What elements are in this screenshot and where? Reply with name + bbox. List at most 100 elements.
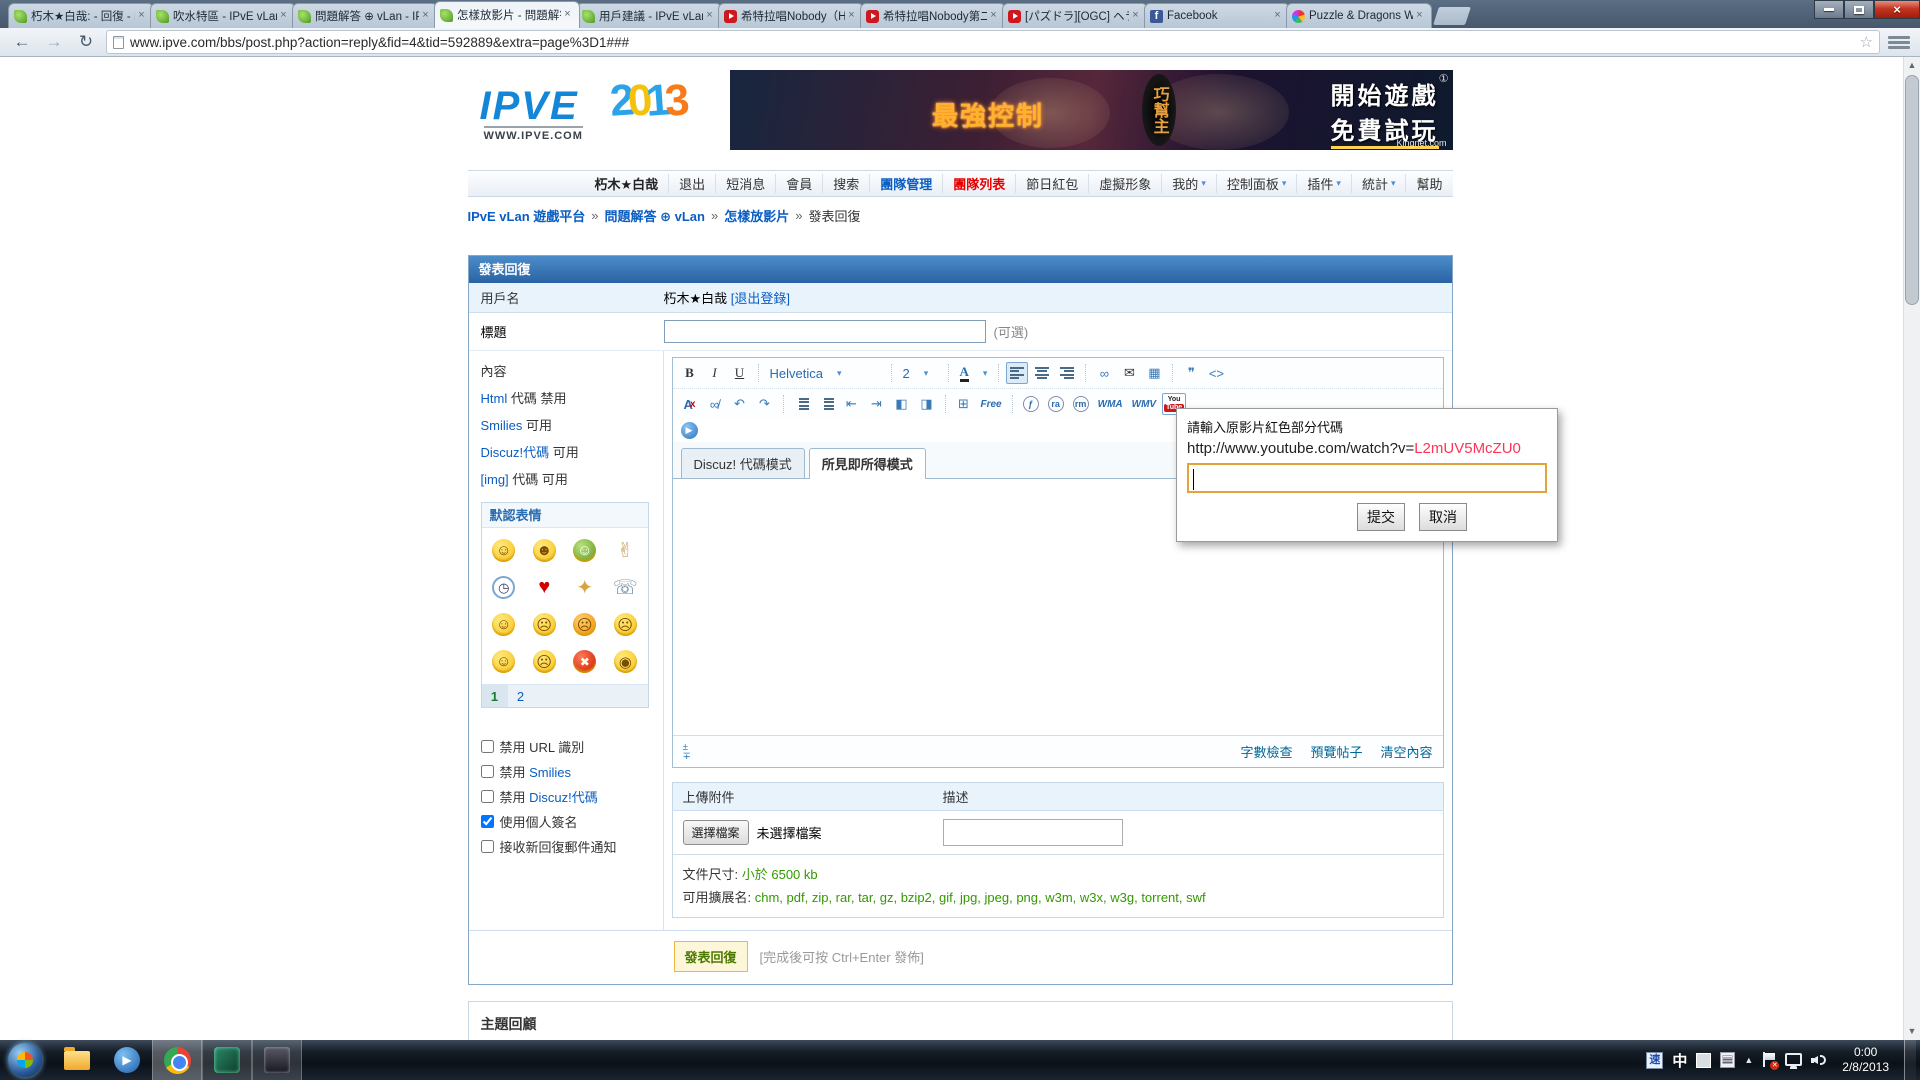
align-right-button[interactable] bbox=[1056, 362, 1078, 384]
tab-qa[interactable]: 問題解答 ⊕ vLan - IPvE× bbox=[292, 3, 438, 28]
tab-close-icon[interactable]: × bbox=[703, 10, 716, 23]
scroll-up-icon[interactable]: ▲ bbox=[1904, 57, 1920, 74]
back-icon[interactable]: ← bbox=[10, 32, 34, 52]
taskbar-game-1[interactable] bbox=[202, 1040, 252, 1080]
nav-messages[interactable]: 短消息 bbox=[715, 174, 775, 193]
popup-cancel-button[interactable]: 取消 bbox=[1419, 503, 1467, 531]
nav-avatar[interactable]: 虛擬形象 bbox=[1088, 174, 1161, 193]
checkbox-use-signature[interactable] bbox=[481, 815, 494, 828]
minimize-button[interactable] bbox=[1814, 0, 1844, 19]
ipve-logo[interactable]: IPVE 2013 WWW.IPVE.COM bbox=[468, 70, 730, 150]
ime-speed-icon[interactable]: 速 bbox=[1646, 1052, 1663, 1069]
crumb-thread[interactable]: 怎樣放影片 bbox=[724, 206, 789, 225]
nav-plugins[interactable]: 插件▾ bbox=[1296, 174, 1351, 193]
bookmark-star-icon[interactable]: ☆ bbox=[1860, 33, 1873, 51]
nav-team-list[interactable]: 團隊列表 bbox=[942, 174, 1015, 193]
image-left-icon[interactable]: ◧ bbox=[891, 393, 913, 415]
flash-icon[interactable]: ƒ bbox=[1020, 393, 1042, 415]
tab-close-icon[interactable]: × bbox=[1413, 10, 1426, 23]
font-size-select[interactable]: 2▾ bbox=[899, 366, 941, 381]
nav-help[interactable]: 幫助 bbox=[1405, 174, 1452, 193]
tab-close-icon[interactable]: × bbox=[1129, 10, 1142, 23]
video-code-input[interactable] bbox=[1187, 463, 1547, 493]
taskbar-game-2[interactable] bbox=[252, 1040, 302, 1080]
smiley-smile[interactable]: ☺ bbox=[484, 532, 525, 569]
smilies-page-1[interactable]: 1 bbox=[482, 685, 508, 707]
smiley-call[interactable]: ☏ bbox=[605, 569, 646, 606]
tab-puzzle-dragons[interactable]: Puzzle & Dragons Wil× bbox=[1286, 3, 1432, 28]
wma-icon[interactable]: WMA bbox=[1095, 393, 1126, 415]
align-center-button[interactable] bbox=[1031, 362, 1053, 384]
tab-close-icon[interactable]: × bbox=[987, 10, 1000, 23]
tab-close-icon[interactable]: × bbox=[419, 10, 432, 23]
checkbox-disable-smilies[interactable] bbox=[481, 765, 494, 778]
italic-button[interactable]: I bbox=[704, 362, 726, 384]
tab-how-to-post-video[interactable]: 怎樣放影片 - 問題解答× bbox=[434, 1, 580, 28]
checkbox-disable-discuz-code[interactable] bbox=[481, 790, 494, 803]
tab-youtube-3[interactable]: [パズドラ][OGC] ヘラ× bbox=[1002, 3, 1148, 28]
smiley-despise[interactable]: ☹ bbox=[565, 606, 606, 643]
network-icon[interactable] bbox=[1785, 1053, 1802, 1066]
outdent-icon[interactable]: ⇤ bbox=[841, 393, 863, 415]
tab-youtube-2[interactable]: 希特拉唱Nobody第二× bbox=[860, 3, 1006, 28]
wmv-icon[interactable]: WMV bbox=[1129, 393, 1159, 415]
tab-close-icon[interactable]: × bbox=[561, 9, 574, 22]
vertical-scrollbar[interactable]: ▲ ▼ bbox=[1903, 57, 1920, 1040]
smilies-page-2[interactable]: 2 bbox=[508, 689, 534, 704]
nav-red-packet[interactable]: 節日紅包 bbox=[1015, 174, 1088, 193]
smiley-victory[interactable]: ✌ bbox=[605, 532, 646, 569]
tab-close-icon[interactable]: × bbox=[277, 10, 290, 23]
speaker-icon[interactable] bbox=[1811, 1052, 1827, 1068]
redo-icon[interactable]: ↷ bbox=[754, 393, 776, 415]
address-bar[interactable]: www.ipve.com/bbs/post.php?action=reply&f… bbox=[106, 30, 1880, 54]
ime-doc-icon[interactable] bbox=[1720, 1052, 1735, 1068]
subject-input[interactable] bbox=[664, 320, 986, 343]
smiley-huffy[interactable]: ☹ bbox=[605, 606, 646, 643]
tab-discuz-code-mode[interactable]: Discuz! 代碼模式 bbox=[681, 448, 805, 478]
link-icon[interactable]: ∞ bbox=[1093, 362, 1115, 384]
show-desktop-button[interactable] bbox=[1904, 1040, 1916, 1080]
logout-link[interactable]: [退出登錄] bbox=[731, 288, 790, 307]
smiley-happy[interactable]: ☺ bbox=[484, 643, 525, 680]
preview-post-link[interactable]: 預覽帖子 bbox=[1310, 742, 1362, 761]
font-select[interactable]: Helvetica▾ bbox=[766, 366, 884, 381]
tab-chat-zone[interactable]: 吹水特區 - IPvE vLan 遊× bbox=[150, 3, 296, 28]
popup-submit-button[interactable]: 提交 bbox=[1357, 503, 1405, 531]
attachment-description-input[interactable] bbox=[943, 819, 1123, 846]
maximize-button[interactable] bbox=[1844, 0, 1874, 19]
checkbox-email-notify[interactable] bbox=[481, 840, 494, 853]
url-text[interactable]: www.ipve.com/bbs/post.php?action=reply&f… bbox=[130, 35, 1854, 50]
ime-chinese-icon[interactable]: 中 bbox=[1672, 1050, 1687, 1071]
tab-reply[interactable]: 朽木★白哉: - 回復 - Pc× bbox=[8, 3, 154, 28]
choose-file-button[interactable]: 選擇檔案 bbox=[683, 820, 749, 845]
smiley-cry[interactable]: ☹ bbox=[524, 643, 565, 680]
smiley-curse[interactable]: ✖ bbox=[565, 643, 606, 680]
action-center-flag-icon[interactable]: ✕ bbox=[1762, 1052, 1776, 1068]
smiley-handshake[interactable]: ✦ bbox=[565, 569, 606, 606]
tray-expand-icon[interactable]: ▲ bbox=[1744, 1055, 1753, 1065]
image-right-icon[interactable]: ◨ bbox=[916, 393, 938, 415]
quote-icon[interactable]: ❞ bbox=[1180, 362, 1202, 384]
scroll-down-icon[interactable]: ▼ bbox=[1904, 1023, 1920, 1040]
smiley-grin[interactable]: ☻ bbox=[524, 532, 565, 569]
scrollbar-thumb[interactable] bbox=[1905, 75, 1919, 305]
table-icon[interactable]: ⊞ bbox=[953, 393, 975, 415]
game-ad-banner[interactable]: 巧幫主 最強控制 開始遊戲 免費試玩 Kingnet.com ① bbox=[730, 70, 1453, 150]
undo-icon[interactable]: ↶ bbox=[729, 393, 751, 415]
tab-close-icon[interactable]: × bbox=[1271, 10, 1284, 23]
tab-wysiwyg-mode[interactable]: 所見即所得模式 bbox=[809, 448, 926, 479]
nav-search[interactable]: 搜索 bbox=[822, 174, 869, 193]
insert-image-icon[interactable]: ▦ bbox=[1143, 362, 1165, 384]
reload-icon[interactable]: ↻ bbox=[74, 32, 98, 52]
clear-content-link[interactable]: 清空內容 bbox=[1380, 742, 1432, 761]
smiley-angry[interactable]: ☹ bbox=[524, 606, 565, 643]
code-icon[interactable]: <> bbox=[1205, 362, 1227, 384]
align-left-button[interactable] bbox=[1006, 362, 1028, 384]
taskbar-explorer[interactable] bbox=[52, 1040, 102, 1080]
crumb-forum[interactable]: 問題解答 ⊕ vLan bbox=[604, 206, 704, 225]
start-button[interactable] bbox=[8, 1043, 42, 1077]
play-icon[interactable]: ▶ bbox=[681, 422, 698, 439]
new-tab-button[interactable] bbox=[1433, 7, 1471, 25]
nav-stats[interactable]: 統計▾ bbox=[1351, 174, 1406, 193]
smiley-clock[interactable]: ◷ bbox=[484, 569, 525, 606]
